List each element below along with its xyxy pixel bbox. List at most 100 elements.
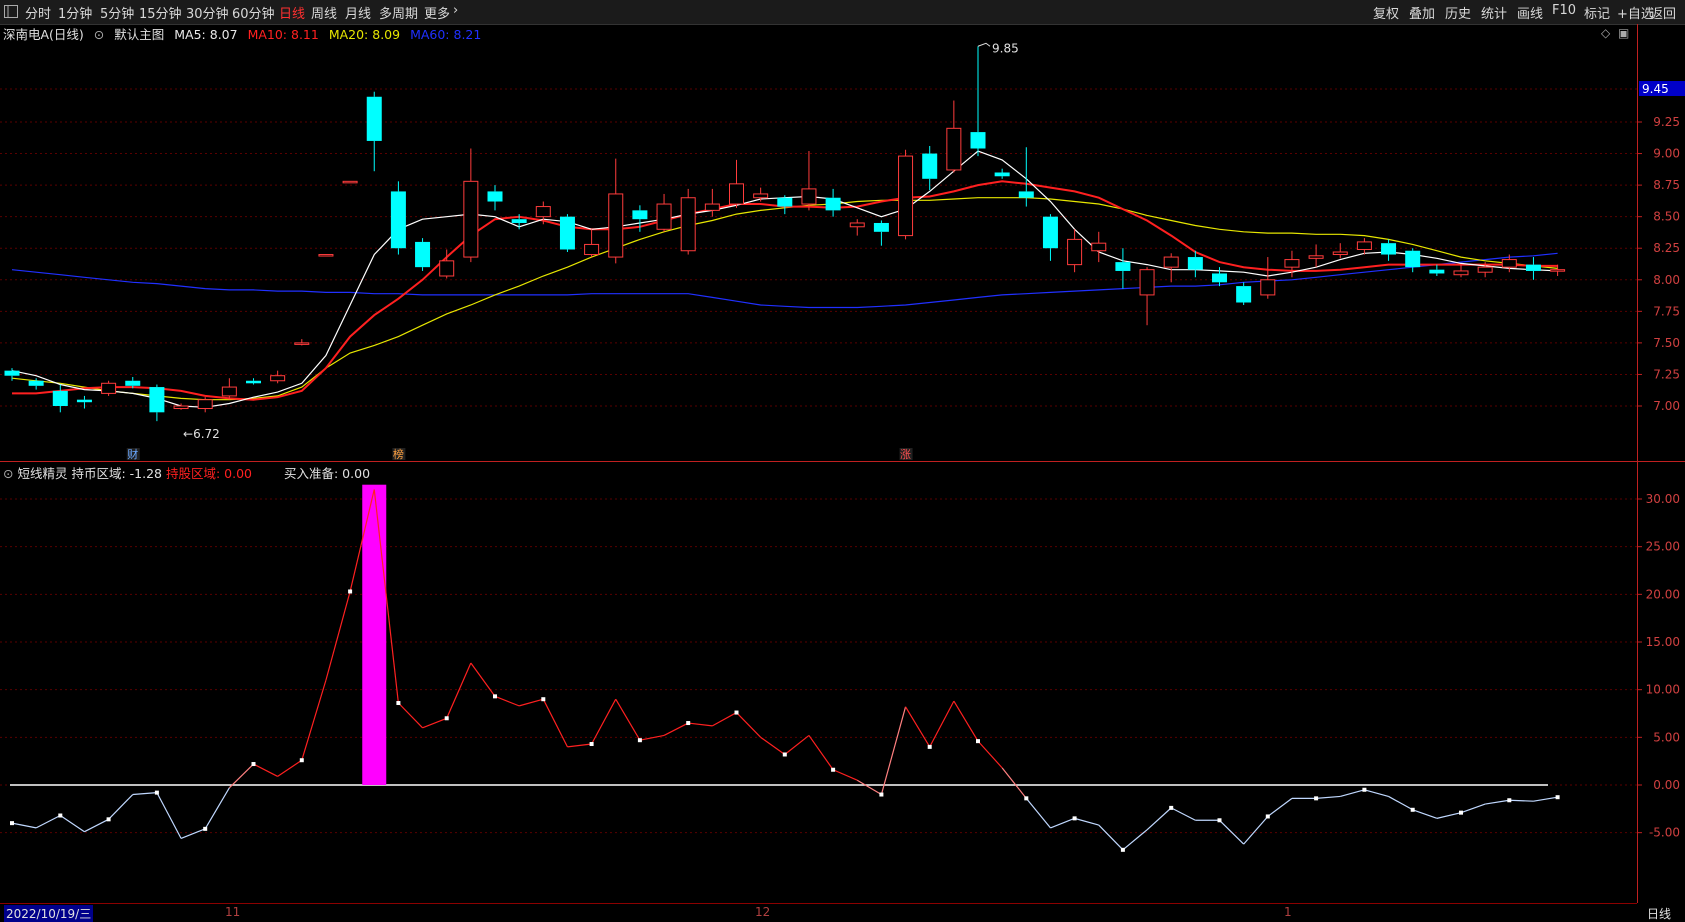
candle-body xyxy=(1139,269,1155,296)
indicator-point xyxy=(831,767,836,772)
indicator-point xyxy=(927,744,932,749)
candle-body xyxy=(535,206,551,218)
y-tick-label: 8.50 xyxy=(1653,210,1680,224)
candle xyxy=(898,149,914,240)
candle-body xyxy=(1477,266,1493,273)
candle-body xyxy=(777,197,793,207)
candle xyxy=(342,180,358,184)
indicator-segment xyxy=(663,722,689,736)
indicator-point xyxy=(444,716,449,721)
candle-body xyxy=(729,183,744,205)
indicator-segment xyxy=(35,814,61,829)
candle-body xyxy=(1308,255,1324,259)
candle xyxy=(1115,248,1131,289)
candle-body xyxy=(753,193,769,199)
indicator-segment xyxy=(1316,795,1341,799)
indicator-segment xyxy=(1436,812,1462,819)
candle-body xyxy=(1091,242,1107,252)
indicator-point xyxy=(1555,795,1560,800)
candle-body xyxy=(1067,238,1083,266)
indicator-segment xyxy=(1485,799,1510,805)
y-tick-label: 15.00 xyxy=(1646,635,1680,649)
candle-body xyxy=(1429,269,1445,274)
candle-body xyxy=(1018,191,1034,198)
y-tick-label: 10.00 xyxy=(1646,683,1680,697)
candle-body xyxy=(1236,286,1252,303)
ma20-line xyxy=(11,197,1558,401)
signal-bar xyxy=(362,484,387,785)
indicator-point xyxy=(734,710,739,715)
candle xyxy=(246,378,261,385)
candle xyxy=(1236,282,1252,306)
indicator-point xyxy=(10,821,14,826)
indicator-segment xyxy=(591,698,617,745)
candle-body xyxy=(801,188,817,205)
candle xyxy=(922,145,938,191)
indicator-point xyxy=(348,589,353,594)
indicator-segment xyxy=(880,706,907,795)
indicator-segment xyxy=(1098,824,1124,851)
candle xyxy=(1260,257,1276,299)
candle xyxy=(608,158,624,264)
indicator-segment xyxy=(688,722,713,727)
indicator-point xyxy=(251,762,256,767)
indicator-point xyxy=(1169,805,1174,810)
indicator-point xyxy=(1217,818,1222,823)
candle xyxy=(463,148,479,263)
candle xyxy=(849,219,865,236)
candle-body xyxy=(1405,250,1421,268)
candle-body xyxy=(439,260,455,277)
indicator-segment xyxy=(1050,817,1075,829)
candle xyxy=(825,188,841,217)
indicator-point xyxy=(879,792,884,797)
candle-body xyxy=(366,96,382,141)
indicator-segment xyxy=(1388,795,1413,811)
indicator-point xyxy=(203,826,208,831)
candle xyxy=(753,187,769,202)
indicator-point xyxy=(1265,814,1270,819)
candle xyxy=(366,91,382,172)
month-label-11: 11 xyxy=(225,905,241,919)
month-label-12: 12 xyxy=(755,905,771,919)
candle-body xyxy=(1381,243,1397,255)
indicator-point xyxy=(106,817,111,822)
y-tick-label: 8.75 xyxy=(1653,178,1680,192)
indicator-segment xyxy=(1364,789,1389,798)
candle xyxy=(729,159,744,208)
candle-body xyxy=(1163,256,1179,268)
current-price-label: 9.45 xyxy=(1642,82,1669,96)
candle-body xyxy=(125,380,141,386)
indicator-segment xyxy=(1509,799,1534,802)
indicator-segment xyxy=(518,698,544,707)
indicator-point xyxy=(1120,847,1125,852)
indicator-segment xyxy=(784,734,810,755)
period-label: 日线 xyxy=(1647,907,1672,921)
y-tick-label: 7.00 xyxy=(1653,399,1680,413)
indicator-point xyxy=(1507,798,1512,803)
indicator-segment xyxy=(1001,767,1027,799)
candle-body xyxy=(608,193,624,258)
candle-body xyxy=(559,216,575,250)
stock-chart[interactable]: 9.25 9.00 8.75 8.50 8.25 8.00 7.75 7.50 7.25 7.00… xyxy=(0,0,1685,903)
indicator-segment xyxy=(856,779,882,796)
candle xyxy=(946,100,962,173)
candle-body xyxy=(1260,279,1276,296)
candle-body xyxy=(511,219,527,223)
candle xyxy=(1163,253,1179,283)
ma5-line xyxy=(11,150,1558,408)
candle-body xyxy=(1284,259,1300,268)
candle-body xyxy=(1525,264,1541,271)
indicator-point xyxy=(541,697,546,702)
indicator-segment xyxy=(494,695,520,707)
indicator-segment xyxy=(615,698,641,741)
candle-body xyxy=(946,127,962,171)
indicator-point xyxy=(58,813,63,818)
event-marker: 涨 xyxy=(900,448,911,461)
candle-body xyxy=(487,191,503,202)
candle xyxy=(1356,238,1372,255)
candle-body xyxy=(1453,270,1469,276)
candle-body xyxy=(294,342,310,345)
indicator-point xyxy=(493,694,497,699)
y-tick-label: 9.00 xyxy=(1653,147,1680,161)
candle-body xyxy=(52,390,68,406)
